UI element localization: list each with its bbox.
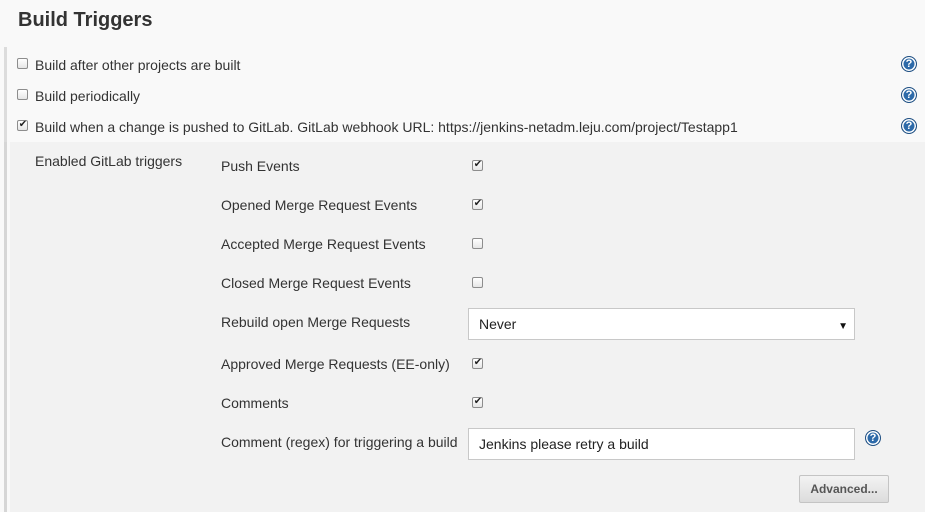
comments-label: Comments bbox=[221, 395, 289, 411]
help-icon[interactable]: ? bbox=[865, 430, 881, 446]
advanced-button[interactable]: Advanced... bbox=[799, 475, 889, 503]
enabled-gitlab-triggers-label: Enabled GitLab triggers bbox=[35, 153, 183, 169]
help-icon[interactable]: ? bbox=[901, 118, 917, 134]
build-periodically-label[interactable]: Build periodically bbox=[35, 87, 140, 105]
opened-merge-request-events-checkbox[interactable]: ✔ bbox=[472, 198, 483, 210]
comments-checkbox[interactable]: ✔ bbox=[472, 396, 483, 408]
check-icon: ✔ bbox=[473, 159, 483, 170]
push-events-checkbox[interactable]: ✔ bbox=[472, 159, 483, 171]
gitlab-panel-border bbox=[4, 142, 7, 512]
rebuild-open-merge-requests-select[interactable]: Never ▼ bbox=[468, 308, 855, 340]
accepted-merge-request-events-label: Accepted Merge Request Events bbox=[221, 236, 426, 252]
check-icon: ✔ bbox=[473, 357, 483, 368]
approved-merge-requests-checkbox[interactable]: ✔ bbox=[472, 357, 483, 369]
section-title: Build Triggers bbox=[18, 9, 153, 31]
help-icon[interactable]: ? bbox=[901, 56, 917, 72]
opened-merge-request-events-label: Opened Merge Request Events bbox=[221, 197, 418, 213]
build-after-other-projects-label[interactable]: Build after other projects are built bbox=[35, 56, 240, 74]
accepted-merge-request-events-checkbox[interactable] bbox=[472, 238, 483, 249]
build-on-gitlab-push-label[interactable]: Build when a change is pushed to GitLab.… bbox=[35, 118, 738, 136]
help-icon[interactable]: ? bbox=[901, 87, 917, 103]
dropdown-arrow-icon: ▼ bbox=[838, 321, 848, 332]
build-after-other-projects-checkbox[interactable] bbox=[17, 58, 28, 69]
build-on-gitlab-push-checkbox[interactable]: ✔ bbox=[17, 119, 28, 131]
build-periodically-checkbox[interactable] bbox=[17, 89, 28, 100]
check-icon: ✔ bbox=[473, 198, 483, 209]
closed-merge-request-events-label: Closed Merge Request Events bbox=[221, 275, 411, 291]
approved-merge-requests-label: Approved Merge Requests (EE-only) bbox=[221, 356, 450, 372]
comment-regex-input[interactable]: Jenkins please retry a build bbox=[468, 428, 855, 460]
comment-regex-label: Comment (regex) for triggering a build bbox=[221, 434, 458, 450]
check-icon: ✔ bbox=[18, 119, 28, 130]
closed-merge-request-events-checkbox[interactable] bbox=[472, 277, 483, 288]
check-icon: ✔ bbox=[473, 396, 483, 407]
rebuild-select-value: Never bbox=[479, 316, 517, 332]
push-events-label: Push Events bbox=[221, 158, 300, 174]
rebuild-open-merge-requests-label: Rebuild open Merge Requests bbox=[221, 314, 411, 330]
